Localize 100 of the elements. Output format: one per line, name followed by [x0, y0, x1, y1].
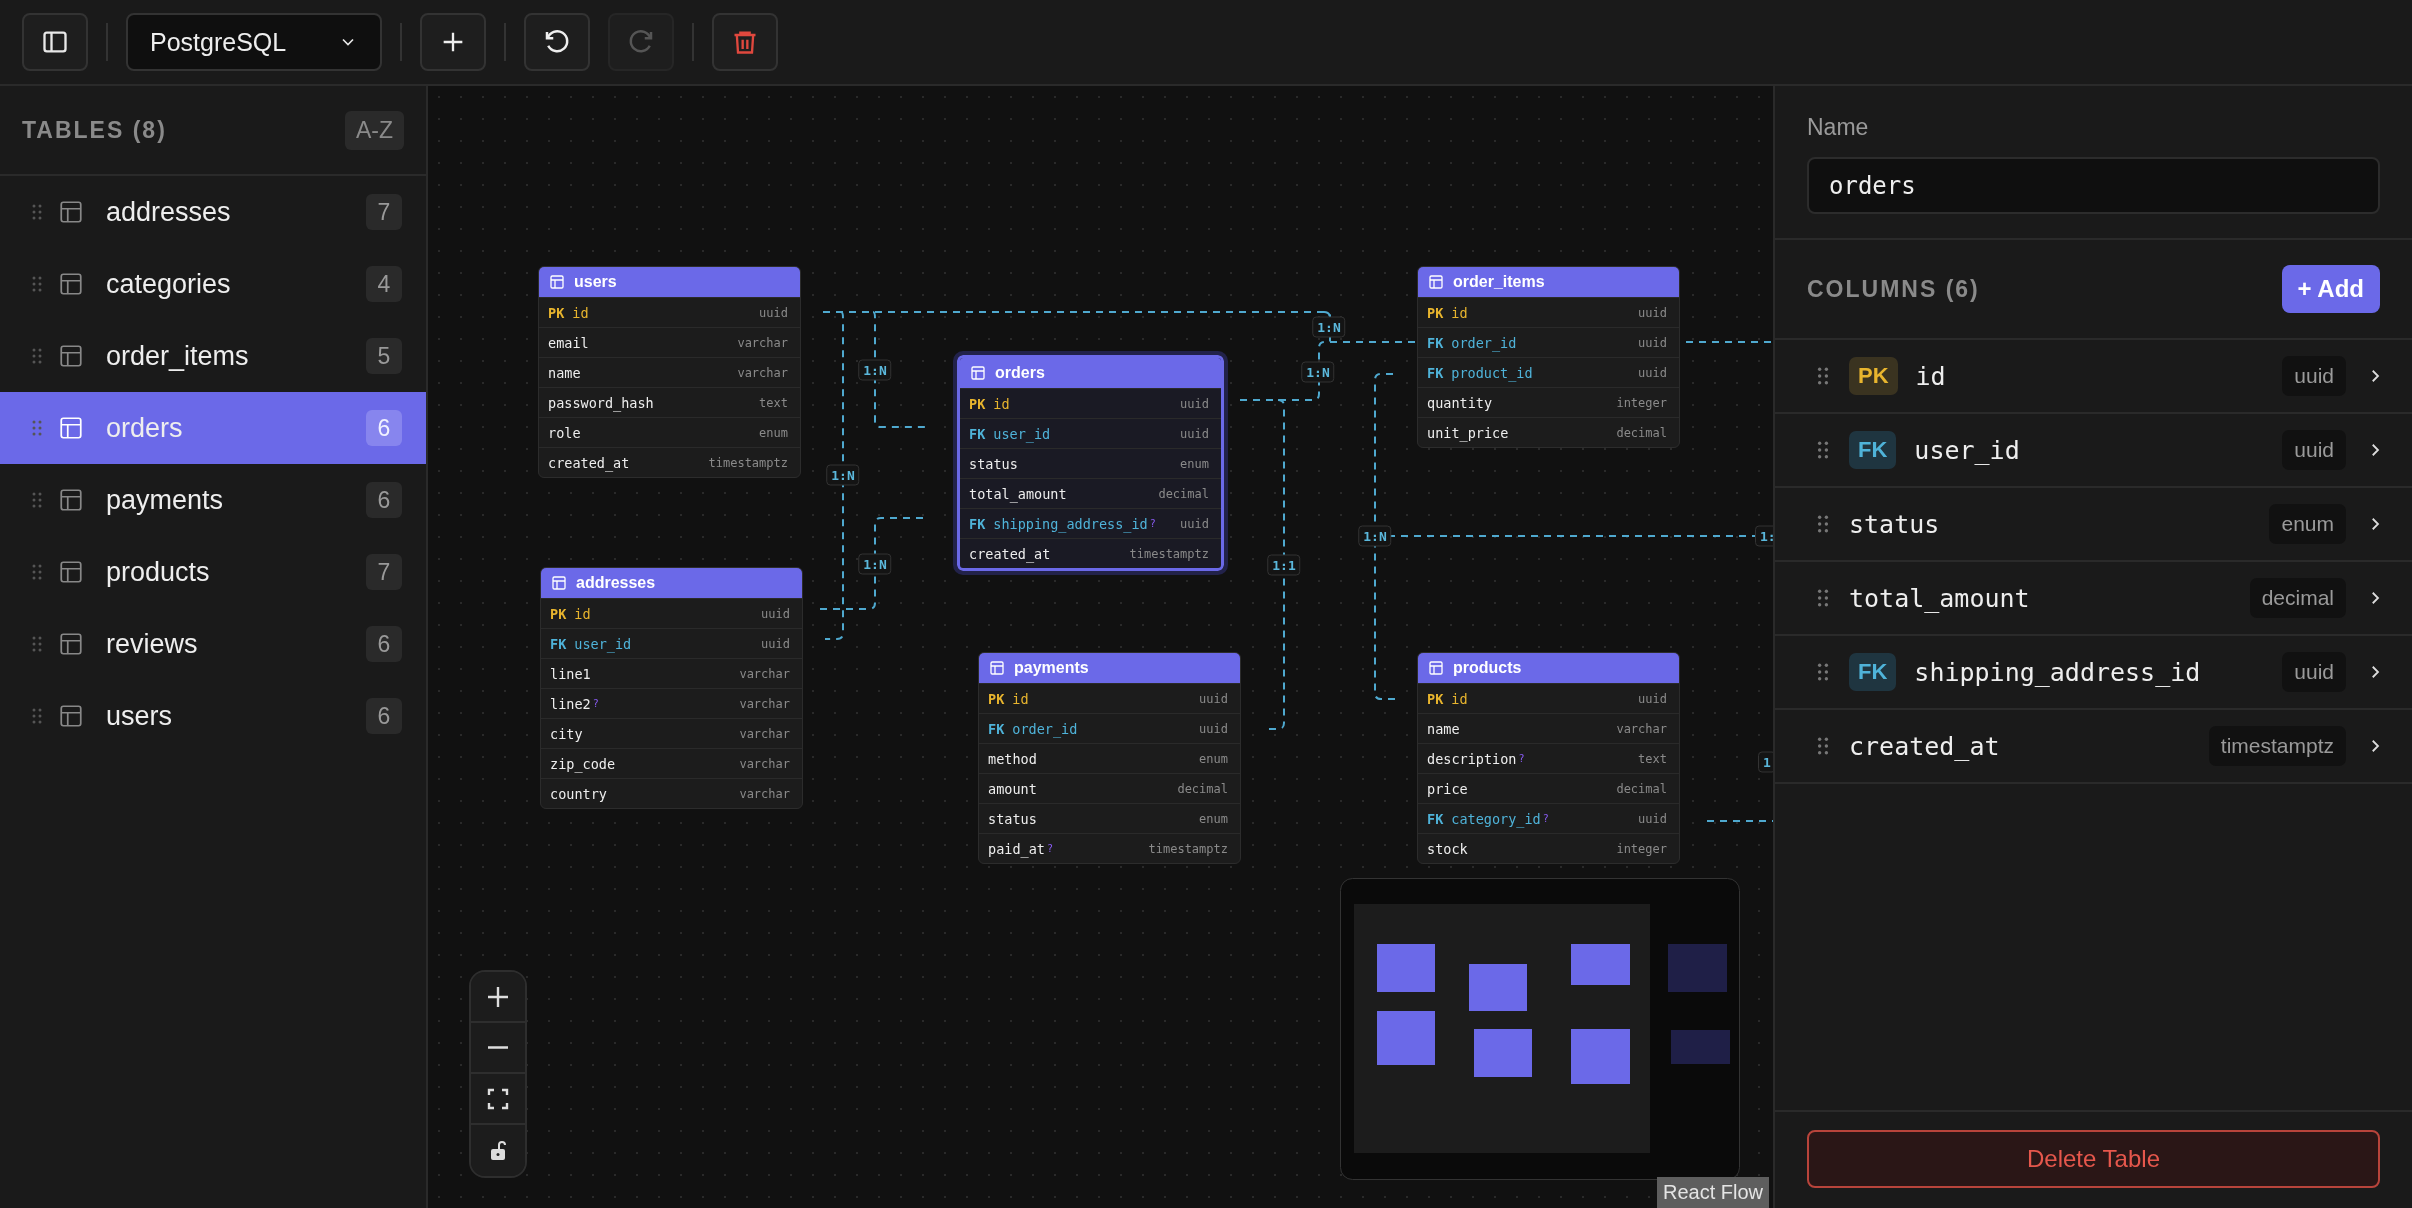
- zoom-in-button[interactable]: [471, 972, 525, 1023]
- field-name: unit_price: [1427, 424, 1509, 441]
- drag-handle-icon: [32, 420, 42, 436]
- table-list-item[interactable]: users 6: [0, 680, 426, 752]
- field-type: decimal: [1616, 781, 1667, 796]
- table-list-item[interactable]: categories 4: [0, 248, 426, 320]
- key-tag: PK: [969, 395, 986, 412]
- minimap[interactable]: [1340, 878, 1740, 1180]
- table-icon: [970, 365, 986, 381]
- field-type: timestamptz: [1148, 841, 1228, 856]
- table-icon: [58, 199, 84, 225]
- sidebar-toggle-button[interactable]: [22, 13, 88, 71]
- field-name: name: [548, 364, 581, 381]
- field-name: country: [550, 785, 607, 802]
- key-tag: PK: [1427, 304, 1444, 321]
- table-name: orders: [106, 412, 184, 444]
- column-row[interactable]: created_at timestamptz: [1775, 710, 2412, 784]
- field-type: varchar: [1616, 721, 1667, 736]
- attribution-link[interactable]: React Flow: [1656, 1177, 1769, 1208]
- relation-line: [1706, 820, 1773, 822]
- key-tag: FK: [969, 425, 986, 442]
- column-row[interactable]: status enum: [1775, 488, 2412, 562]
- table-list-item[interactable]: addresses 7: [0, 176, 426, 248]
- table-title: products: [1453, 659, 1522, 677]
- cardinality-label: 1:N: [1301, 361, 1335, 383]
- field-type: uuid: [1638, 365, 1667, 380]
- field-name: product_id: [1451, 364, 1533, 381]
- database-select[interactable]: PostgreSQL: [126, 13, 382, 71]
- delete-table-button[interactable]: Delete Table: [1807, 1130, 2380, 1188]
- table-node[interactable]: products PK id uuid name varchar description? text price decimal FK category_id? uuid stock integer: [1417, 652, 1680, 864]
- table-name: categories: [106, 268, 232, 300]
- nullable-mark: ?: [1542, 813, 1549, 824]
- add-column-button[interactable]: + Add: [2281, 265, 2380, 313]
- field-type: varchar: [739, 756, 790, 771]
- table-list-item[interactable]: orders 6: [0, 392, 426, 464]
- key-tag: FK: [1427, 364, 1444, 381]
- table-node[interactable]: order_items PK id uuid FK order_id uuid FK product_id uuid quantity integer unit_price decimal: [1417, 266, 1680, 448]
- type-chip: uuid: [2282, 430, 2346, 470]
- cardinality-label: 1:: [1755, 525, 1773, 547]
- sort-button[interactable]: A-Z: [344, 110, 404, 150]
- table-icon: [989, 660, 1005, 676]
- field-name: role: [548, 424, 581, 441]
- type-chip: decimal: [2249, 578, 2346, 618]
- drag-handle-icon: [32, 564, 42, 580]
- table-list-item[interactable]: products 7: [0, 536, 426, 608]
- column-row[interactable]: FK user_id uuid: [1775, 414, 2412, 488]
- field-name: status: [969, 455, 1018, 472]
- table-icon: [58, 703, 84, 729]
- cardinality-label: 1:N: [858, 553, 892, 575]
- field-type: uuid: [761, 606, 790, 621]
- field-type: integer: [1616, 841, 1667, 856]
- name-label: Name: [1807, 114, 1870, 141]
- field-name: order_id: [1451, 334, 1517, 351]
- column-row[interactable]: FK shipping_address_id uuid: [1775, 636, 2412, 710]
- table-node[interactable]: users PK id uuid email varchar name varchar password_hash text role enum created_at timestamptz: [538, 266, 801, 478]
- column-row[interactable]: PK id uuid: [1775, 340, 2412, 414]
- table-title: users: [574, 273, 617, 291]
- column-name: status: [1849, 509, 1941, 539]
- column-count: 7: [366, 194, 402, 230]
- table-icon: [58, 271, 84, 297]
- table-list-item[interactable]: order_items 5: [0, 320, 426, 392]
- nullable-mark: ?: [1046, 843, 1053, 854]
- drag-handle-icon: [32, 276, 42, 292]
- field-type: uuid: [1180, 516, 1209, 531]
- table-list-item[interactable]: payments 6: [0, 464, 426, 536]
- table-node[interactable]: payments PK id uuid FK order_id uuid method enum amount decimal status enum paid_at? timestamptz: [978, 652, 1241, 864]
- column-name: shipping_address_id: [1914, 657, 2202, 687]
- table-node[interactable]: addresses PK id uuid FK user_id uuid line1 varchar line2? varchar city varchar zip_code varchar country varchar: [540, 567, 803, 809]
- table-icon: [58, 343, 84, 369]
- undo-button[interactable]: [524, 13, 590, 71]
- field-name: user_id: [574, 635, 632, 652]
- field-type: uuid: [759, 305, 788, 320]
- table-name-field[interactable]: orders: [1807, 157, 2380, 214]
- type-chip: uuid: [2282, 356, 2346, 396]
- field-type: timestamptz: [1129, 546, 1209, 561]
- column-row[interactable]: total_amount decimal: [1775, 562, 2412, 636]
- delete-button[interactable]: [712, 13, 778, 71]
- columns-heading: COLUMNS (6): [1807, 275, 1980, 303]
- field-type: decimal: [1158, 486, 1209, 501]
- nullable-mark: ?: [1149, 518, 1156, 529]
- table-name: addresses: [106, 196, 232, 228]
- cardinality-label: 1:N: [1358, 525, 1392, 547]
- field-type: enum: [1180, 456, 1209, 471]
- field-name: id: [1451, 304, 1468, 321]
- drag-handle-icon: [1817, 441, 1829, 459]
- field-type: varchar: [739, 666, 790, 681]
- key-tag: PK: [548, 304, 565, 321]
- table-title: orders: [995, 364, 1045, 382]
- field-type: decimal: [1177, 781, 1228, 796]
- column-name: id: [1915, 361, 1947, 391]
- table-name: users: [106, 700, 174, 732]
- field-name: city: [550, 725, 583, 742]
- nullable-mark: ?: [1518, 753, 1525, 764]
- field-type: uuid: [1638, 335, 1667, 350]
- field-name: price: [1427, 780, 1468, 797]
- table-list-item[interactable]: reviews 6: [0, 608, 426, 680]
- field-type: enum: [1199, 751, 1228, 766]
- plus-icon: [486, 984, 510, 1009]
- column-name: total_amount: [1849, 583, 2031, 613]
- key-tag: PK: [1427, 690, 1444, 707]
